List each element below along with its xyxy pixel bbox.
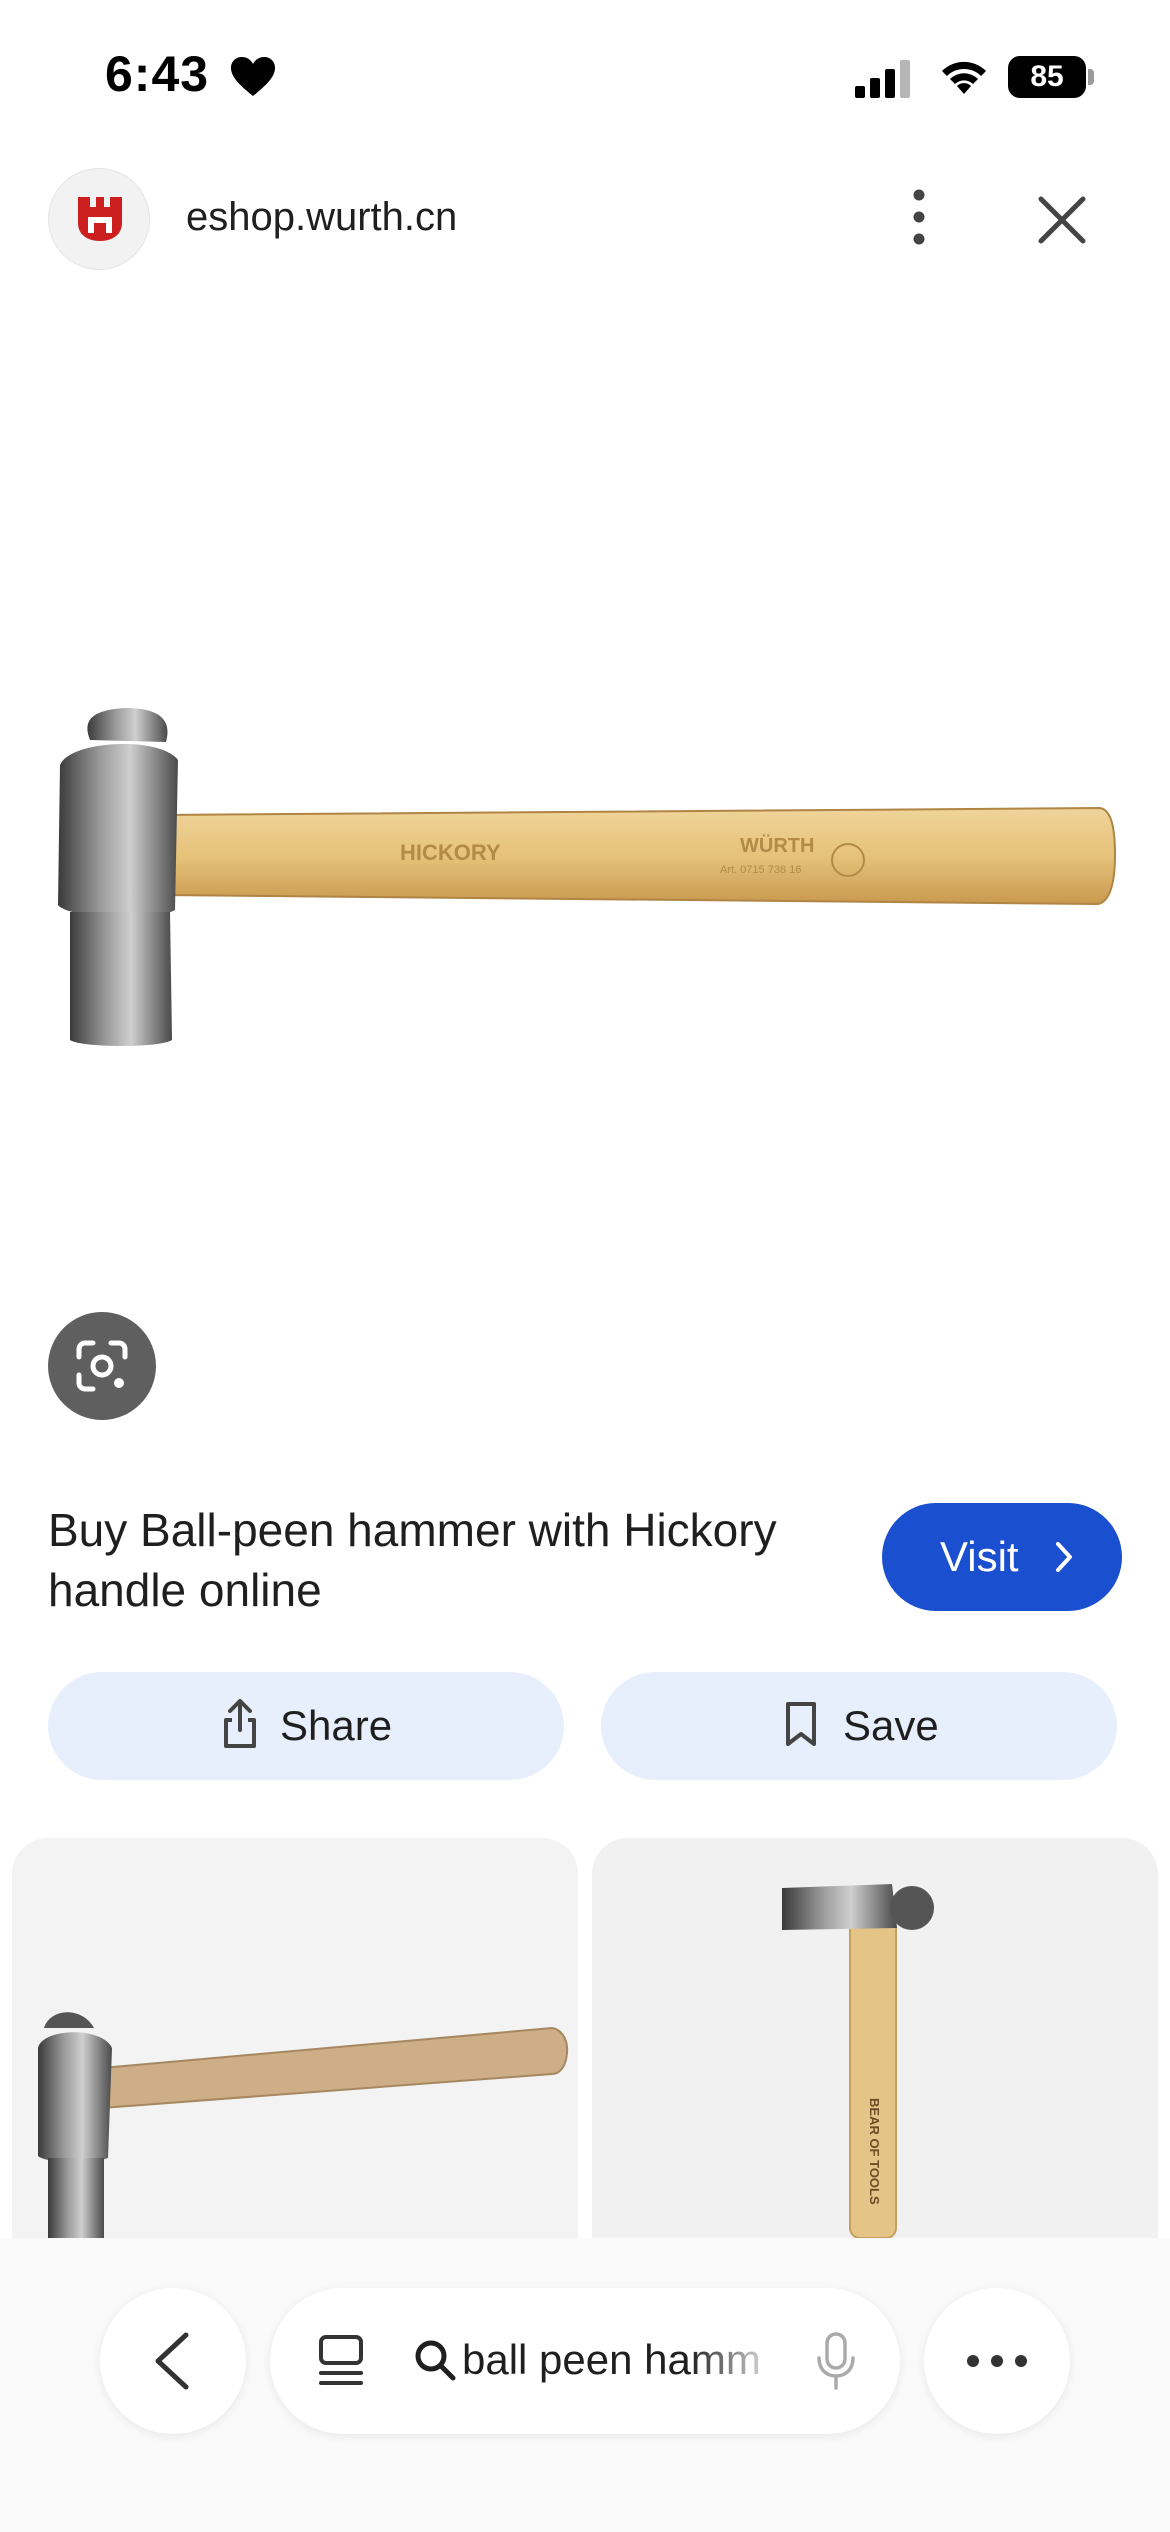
wurth-logo-icon xyxy=(78,197,122,241)
product-image[interactable]: HICKORY WÜRTH Art. 0715 738 16 xyxy=(0,300,1170,1300)
chevron-left-icon xyxy=(155,2332,189,2390)
card2-handle-text: BEAR OF TOOLS xyxy=(867,2098,882,2205)
site-favicon[interactable] xyxy=(48,168,150,270)
battery-icon: 85 xyxy=(1008,56,1094,98)
handle-text-article: Art. 0715 738 16 xyxy=(720,864,801,876)
google-lens-button[interactable] xyxy=(48,1312,156,1420)
site-header: eshop.wurth.cn xyxy=(0,165,1170,275)
status-time: 6:43 xyxy=(105,46,210,102)
search-bar[interactable]: ball peen hammer xyxy=(270,2288,900,2434)
related-image-card[interactable]: BEAR OF TOOLS xyxy=(592,1838,1158,2238)
related-image-hammer-1 xyxy=(38,2012,569,2238)
heart-icon xyxy=(231,57,275,96)
visit-label: Visit xyxy=(940,1533,1019,1580)
chevron-right-icon xyxy=(1056,1542,1072,1572)
share-label: Share xyxy=(280,1702,393,1749)
bookmark-icon xyxy=(786,1702,816,1746)
battery-level: 85 xyxy=(1008,56,1086,98)
handle-text-brand: WÜRTH xyxy=(740,834,814,857)
related-image-hammer-2: BEAR OF TOOLS xyxy=(782,1884,934,2238)
more-options-icon[interactable] xyxy=(895,185,943,249)
close-icon[interactable] xyxy=(1035,193,1089,247)
search-icon xyxy=(415,2340,456,2381)
back-button[interactable] xyxy=(100,2288,246,2434)
visit-button[interactable]: Visit xyxy=(882,1503,1122,1611)
lens-icon xyxy=(76,1340,128,1392)
microphone-icon[interactable] xyxy=(815,2330,857,2392)
site-domain[interactable]: eshop.wurth.cn xyxy=(186,195,457,240)
handle-text-hickory: HICKORY xyxy=(400,840,501,865)
wifi-icon xyxy=(942,61,986,94)
overflow-menu-button[interactable] xyxy=(924,2288,1070,2434)
save-button[interactable]: Save xyxy=(601,1672,1117,1780)
ellipsis-icon xyxy=(967,2355,1027,2367)
save-label: Save xyxy=(843,1702,939,1749)
cellular-signal-icon xyxy=(855,60,910,98)
share-icon xyxy=(224,1699,256,1748)
status-bar: 6:43 85 xyxy=(0,0,1170,150)
share-button[interactable]: Share xyxy=(48,1672,564,1780)
related-image-card[interactable] xyxy=(12,1838,578,2238)
tabs-icon[interactable] xyxy=(315,2333,367,2389)
result-title: Buy Ball-peen hammer with Hickory handle… xyxy=(48,1504,777,1616)
